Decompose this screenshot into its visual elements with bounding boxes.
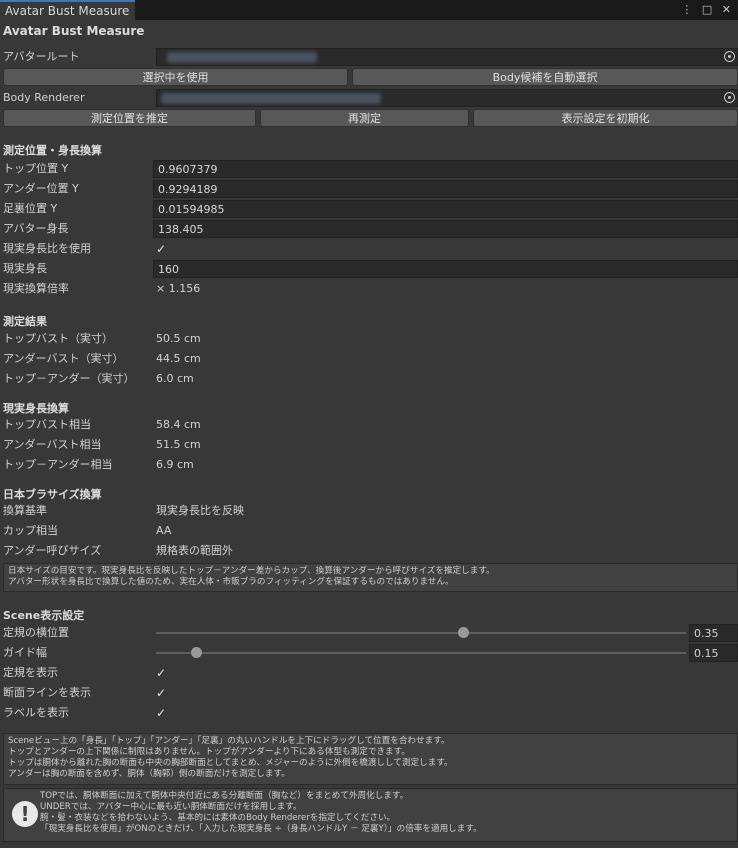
top-y-field[interactable]: 0.9607379	[153, 160, 738, 178]
object-picker-icon[interactable]	[724, 92, 735, 103]
object-picker-icon[interactable]	[724, 51, 735, 62]
scale-value: × 1.156	[156, 282, 201, 295]
real-value: 51.5 cm	[156, 438, 201, 451]
real-value: 58.4 cm	[156, 418, 201, 431]
jp-size-value: 現実身長比を反映	[156, 504, 244, 517]
sole-y-field[interactable]: 0.01594985	[153, 200, 738, 218]
ruler-pos-slider-handle[interactable]	[458, 627, 470, 638]
exclamation-icon: !	[12, 801, 38, 827]
real-height-label: 現実身長	[3, 262, 47, 275]
use-selection-button[interactable]: 選択中を使用	[3, 68, 348, 86]
jp-size-note-box: 日本サイズの目安です。現実身長比を反映したトップ－アンダー差からカップ、換算後ア…	[3, 563, 738, 592]
show-ruler-checkbox[interactable]: ✓	[154, 666, 168, 680]
guide-width-slider-row: 0.15	[0, 643, 738, 663]
avatar-height-label: アバター身長	[3, 222, 69, 235]
jp-size-section-title: 日本ブラサイズ換算	[3, 488, 102, 501]
help-line: トップとアンダーの上下関係に制限はありません。トップがアンダーより下にある体型も…	[8, 747, 410, 757]
real-section-title: 現実身長換算	[3, 402, 69, 415]
real-height-field[interactable]: 160	[153, 260, 738, 278]
help-line: Sceneビュー上の「身長」「トップ」「アンダー」「足裏」の丸いハンドルを上下に…	[8, 736, 450, 746]
show-labels-label: ラベルを表示	[3, 706, 69, 719]
remeasure-button[interactable]: 再測定	[260, 109, 469, 127]
jp-size-value: AA	[156, 524, 172, 537]
avatar-root-value-blurred	[167, 52, 317, 63]
guide-width-slider-handle[interactable]	[190, 647, 202, 658]
note-line: アバター形状を身長比で換算した値のため、実在人体・市販ブラのフィッティングを保証…	[8, 577, 454, 587]
show-section-checkbox[interactable]: ✓	[154, 686, 168, 700]
warning-box: ! TOPでは、胴体断面に加えて胴体中央付近にある分離断面（胸など）をまとめて外…	[3, 788, 738, 842]
show-labels-checkbox[interactable]: ✓	[154, 706, 168, 720]
jp-size-label: 換算基準	[3, 504, 47, 517]
under-y-label: アンダー位置 Y	[3, 182, 79, 195]
use-real-ratio-label: 現実身長比を使用	[3, 242, 91, 255]
auto-select-body-button[interactable]: Body候補を自動選択	[352, 68, 738, 86]
maximize-icon[interactable]: □	[702, 3, 715, 16]
window-controls: ⋮ □ ✕	[681, 3, 734, 16]
note-line: 日本サイズの目安です。現実身長比を反映したトップ－アンダー差からカップ、換算後ア…	[8, 566, 495, 576]
result-value: 44.5 cm	[156, 352, 201, 365]
ruler-pos-slider-track[interactable]	[156, 632, 686, 634]
jp-size-label: アンダー呼びサイズ	[3, 544, 102, 557]
window-tab-title: Avatar Bust Measure	[5, 4, 130, 18]
avatar-root-label: アバタールート	[3, 50, 80, 63]
help-line: トップは胴体から離れた胸の断面も中央の胸部断面としてまとめ、メジャーのように外側…	[8, 758, 453, 768]
use-real-ratio-checkbox[interactable]: ✓	[154, 242, 168, 256]
warning-line: UNDERでは、アバター中心に最も近い胴体断面だけを採用します。	[40, 802, 302, 812]
jp-size-value: 規格表の範囲外	[156, 544, 233, 557]
scene-help-box: Sceneビュー上の「身長」「トップ」「アンダー」「足裏」の丸いハンドルを上下に…	[3, 733, 738, 785]
avatar-height-field[interactable]: 138.405	[153, 220, 738, 238]
ruler-pos-field[interactable]: 0.35	[689, 624, 738, 642]
real-label: トップ－アンダー相当	[3, 458, 113, 471]
warning-line: TOPでは、胴体断面に加えて胴体中央付近にある分離断面（胸など）をまとめて外周化…	[40, 791, 409, 801]
body-renderer-field[interactable]	[156, 89, 738, 107]
avatar-root-field[interactable]	[156, 48, 738, 66]
top-y-label: トップ位置 Y	[3, 162, 69, 175]
show-ruler-label: 定規を表示	[3, 666, 58, 679]
warning-line: 腕・髪・衣装などを拾わないよう、基本的には素体のBody Rendererを指定…	[40, 813, 396, 823]
real-value: 6.9 cm	[156, 458, 194, 471]
window-tab[interactable]: Avatar Bust Measure	[0, 0, 135, 20]
results-section-title: 測定結果	[3, 315, 47, 328]
guide-width-slider-track[interactable]	[156, 652, 686, 654]
page-title: Avatar Bust Measure	[3, 24, 145, 38]
result-label: アンダーバスト（実寸）	[3, 352, 124, 365]
result-value: 50.5 cm	[156, 332, 201, 345]
body-renderer-label: Body Renderer	[3, 91, 85, 104]
real-label: アンダーバスト相当	[3, 438, 102, 451]
sole-y-label: 足裏位置 Y	[3, 202, 58, 215]
reset-display-button[interactable]: 表示設定を初期化	[473, 109, 738, 127]
real-label: トップバスト相当	[3, 418, 91, 431]
estimate-position-button[interactable]: 測定位置を推定	[3, 109, 256, 127]
result-label: トップ－アンダー（実寸）	[3, 372, 135, 385]
result-label: トップバスト（実寸）	[3, 332, 113, 345]
guide-width-field[interactable]: 0.15	[689, 644, 738, 662]
jp-size-label: カップ相当	[3, 524, 58, 537]
close-icon[interactable]: ✕	[722, 3, 734, 16]
show-section-label: 断面ラインを表示	[3, 686, 91, 699]
ruler-pos-slider-row: 0.35	[0, 623, 738, 643]
warning-line: 「現実身長比を使用」がONのときだけ、「入力した現実身長 ÷（身長ハンドルY －…	[40, 824, 482, 834]
help-line: アンダーは胸の断面を含めず、胴体（胸郭）側の断面だけを測定します。	[8, 769, 290, 779]
measure-section-title: 測定位置・身長換算	[3, 144, 102, 157]
body-renderer-value-blurred	[161, 93, 381, 104]
under-y-field[interactable]: 0.9294189	[153, 180, 738, 198]
more-menu-icon[interactable]: ⋮	[681, 3, 695, 16]
window-tab-bar: Avatar Bust Measure ⋮ □ ✕	[0, 0, 738, 20]
scene-section-title: Scene表示設定	[3, 609, 85, 622]
scale-label: 現実換算倍率	[3, 282, 69, 295]
result-value: 6.0 cm	[156, 372, 194, 385]
